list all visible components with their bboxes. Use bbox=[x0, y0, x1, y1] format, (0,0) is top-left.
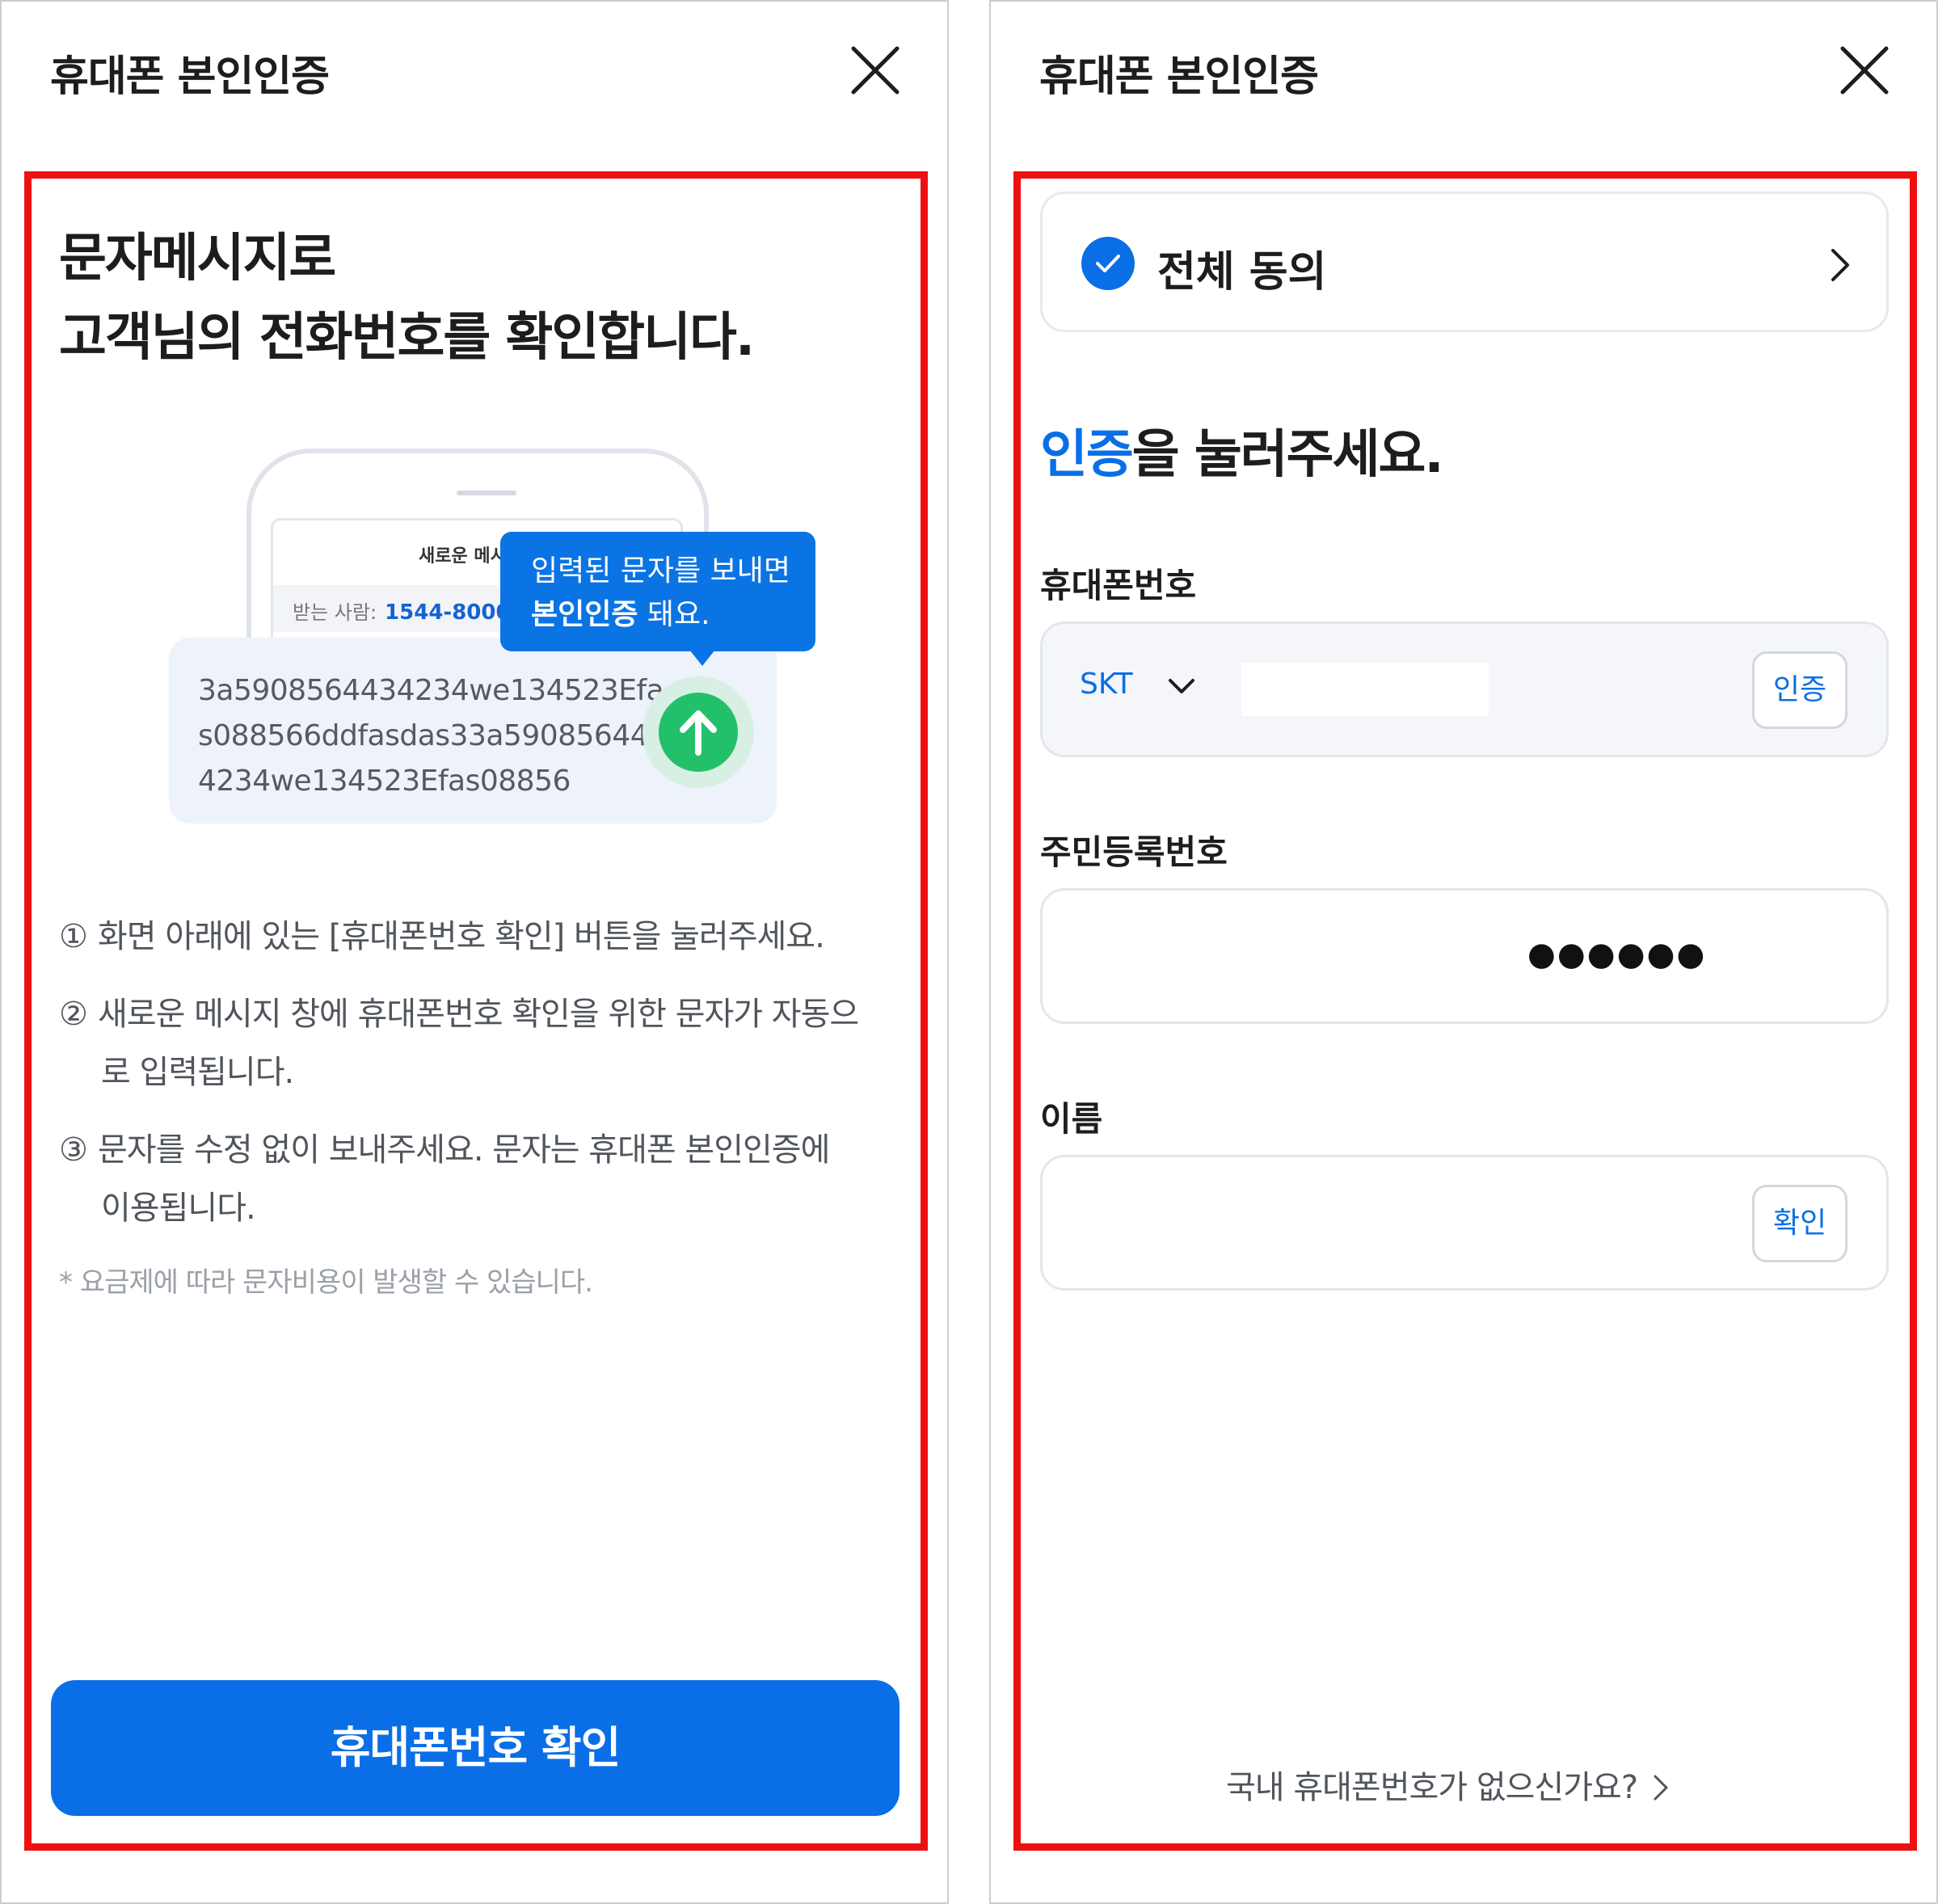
header-title: 휴대폰 본인인증 bbox=[1039, 53, 1319, 101]
tooltip-line-2-bold: 본인인증 bbox=[531, 598, 638, 631]
phone-label: 휴대폰번호 bbox=[1040, 566, 1197, 605]
instruction-3: ③ 문자를 수정 없이 보내주세요. 문자는 휴대폰 본인인증에 이용됩니다. bbox=[59, 1121, 830, 1237]
send-tooltip: 입력된 문자를 보내면 본인인증 돼요. bbox=[500, 532, 815, 666]
instruction-text: 새로운 메시지 창에 휴대폰번호 확인을 위한 문자가 자동으 bbox=[98, 996, 859, 1033]
recipient-label: 받는 사람: bbox=[293, 601, 377, 624]
phone-field: SKT 인증 bbox=[1040, 621, 1889, 757]
tooltip-line-2: 본인인증 돼요. bbox=[531, 593, 815, 637]
name-input[interactable] bbox=[1075, 1190, 1641, 1259]
verify-button[interactable]: 인증 bbox=[1752, 651, 1847, 729]
agree-checkbox[interactable] bbox=[1081, 237, 1135, 290]
instruction-1: ① 화면 아래에 있는 [휴대폰번호 확인] 버튼을 눌러주세요. bbox=[59, 908, 825, 966]
close-icon bbox=[851, 46, 899, 95]
close-button[interactable] bbox=[1838, 44, 1891, 97]
no-domestic-phone-link[interactable]: 국내 휴대폰번호가 없으신가요? bbox=[1226, 1761, 1670, 1808]
message-line-1: 3a5908564434234we134523Efa bbox=[198, 674, 664, 707]
chevron-right-icon bbox=[1654, 1775, 1668, 1801]
recipient-number: 1544-8000 bbox=[385, 600, 511, 625]
rrn-front-input[interactable] bbox=[1075, 923, 1317, 992]
instruction-number: ③ bbox=[59, 1131, 88, 1169]
verify-phone-button[interactable]: 휴대폰번호 확인 bbox=[51, 1680, 899, 1816]
agree-all-label: 전체 동의 bbox=[1157, 248, 1327, 297]
phone-number-input[interactable] bbox=[1241, 663, 1489, 716]
check-icon bbox=[1096, 255, 1120, 272]
carrier-select[interactable]: SKT bbox=[1080, 668, 1133, 701]
tooltip-arrow bbox=[689, 650, 715, 666]
instruction-text: 화면 아래에 있는 [휴대폰번호 확인] 버튼을 눌러주세요. bbox=[98, 918, 825, 955]
rrn-field: ●●●●●● bbox=[1040, 888, 1889, 1024]
agree-all-toggle[interactable]: 전체 동의 bbox=[1040, 192, 1889, 332]
headline-rest: 을 눌러주세요. bbox=[1131, 425, 1444, 485]
phone-speaker bbox=[457, 491, 516, 495]
chevron-right-icon[interactable] bbox=[1828, 247, 1852, 283]
message-line-3: 4234we134523Efas08856 bbox=[198, 765, 571, 798]
message-card-title: 새로운 메시 bbox=[419, 546, 507, 567]
tooltip-line-2-rest: 돼요. bbox=[638, 598, 710, 631]
message-text: 3a5908564434234we134523Efa s088566ddfasd… bbox=[198, 668, 667, 804]
sms-verification-panel: 휴대폰 본인인증 문자메시지로 고객님의 전화번호를 확인합니다. 새로운 메시… bbox=[0, 0, 949, 1904]
close-button[interactable] bbox=[849, 44, 902, 97]
highlight-frame: 전체 동의 인증을 눌러주세요. 휴대폰번호 SKT 인증 주민등록번호 ●●●… bbox=[1013, 171, 1917, 1851]
instruction-2: ② 새로운 메시지 창에 휴대폰번호 확인을 위한 문자가 자동으 로 입력됩니다… bbox=[59, 985, 859, 1102]
recipient: 받는 사람: 1544-8000 bbox=[293, 596, 511, 625]
instruction-number: ② bbox=[59, 996, 88, 1033]
headline-accent: 인증 bbox=[1040, 425, 1134, 485]
confirm-button[interactable]: 확인 bbox=[1752, 1185, 1847, 1262]
tooltip-line-1: 입력된 문자를 보내면 bbox=[531, 554, 790, 588]
headline-line-2: 고객님의 전화번호를 확인합니다. bbox=[59, 308, 755, 368]
send-arrow-icon bbox=[680, 710, 717, 756]
rrn-masked-digits[interactable]: ●●●●●● bbox=[1527, 936, 1706, 973]
send-button bbox=[659, 693, 738, 772]
page-headline: 문자메시지로 고객님의 전화번호를 확인합니다. bbox=[59, 219, 755, 377]
name-field: 확인 bbox=[1040, 1155, 1889, 1291]
instruction-text-cont: 로 입력됩니다. bbox=[101, 1054, 294, 1091]
form-headline: 인증을 눌러주세요. bbox=[1040, 413, 1444, 487]
headline-line-1: 문자메시지로 bbox=[59, 229, 336, 289]
chevron-down-icon[interactable] bbox=[1167, 677, 1196, 697]
message-bubble: 3a5908564434234we134523Efa s088566ddfasd… bbox=[169, 638, 777, 824]
highlight-frame: 문자메시지로 고객님의 전화번호를 확인합니다. 새로운 메시 받는 사람: 15… bbox=[24, 171, 928, 1851]
identity-form-panel: 휴대폰 본인인증 전체 동의 인증을 눌러주세요. 휴대폰번호 SKT 인증 주… bbox=[989, 0, 1938, 1904]
instruction-number: ① bbox=[59, 918, 88, 955]
footer-link-text: 국내 휴대폰번호가 없으신가요? bbox=[1226, 1769, 1638, 1806]
header-title: 휴대폰 본인인증 bbox=[50, 53, 330, 101]
close-icon bbox=[1840, 46, 1889, 95]
message-line-2: s088566ddfasdas33a590856443 bbox=[198, 719, 667, 752]
sms-cost-footnote: * 요금제에 따라 문자비용이 발생할 수 있습니다. bbox=[59, 1266, 593, 1299]
instruction-text: 문자를 수정 없이 보내주세요. 문자는 휴대폰 본인인증에 bbox=[98, 1131, 830, 1169]
instruction-text-cont: 이용됩니다. bbox=[101, 1190, 256, 1227]
name-label: 이름 bbox=[1040, 1099, 1103, 1139]
rrn-label: 주민등록번호 bbox=[1040, 832, 1228, 872]
